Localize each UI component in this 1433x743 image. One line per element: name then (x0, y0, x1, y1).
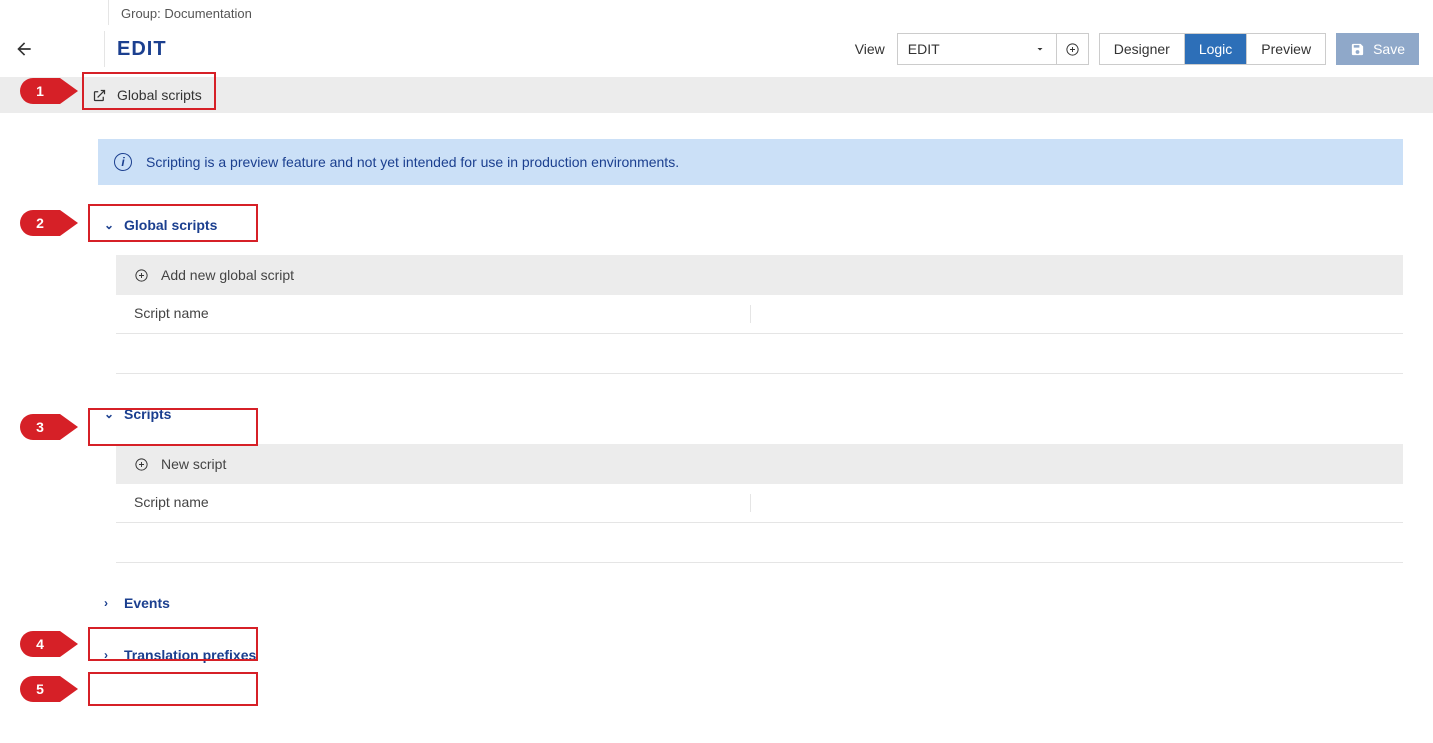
header: EDIT View EDIT Designer Logic Preview Sa… (0, 25, 1433, 77)
view-label: View (855, 41, 885, 57)
section-title: Scripts (124, 406, 171, 422)
page-title: EDIT (117, 38, 167, 61)
section-events: › Events (98, 591, 1403, 615)
tab-logic[interactable]: Logic (1185, 34, 1247, 64)
chevron-down-icon (1034, 43, 1046, 55)
view-select[interactable]: EDIT (897, 33, 1057, 65)
column-empty (750, 494, 1385, 512)
section-scripts: ⌄ Scripts New script Script name (98, 402, 1403, 563)
divider (104, 31, 105, 67)
table-empty-row (116, 334, 1403, 374)
external-link-icon (92, 88, 107, 103)
global-scripts-label: Global scripts (117, 87, 202, 103)
section-header-translation[interactable]: › Translation prefixes (98, 643, 1403, 667)
tab-preview[interactable]: Preview (1247, 34, 1325, 64)
table-header: Script name (116, 295, 1403, 334)
callout-5: 5 (20, 676, 78, 702)
global-scripts-bar: Global scripts (0, 77, 1433, 113)
section-header-global-scripts[interactable]: ⌄ Global scripts (98, 213, 1403, 237)
column-script-name: Script name (134, 494, 750, 512)
section-header-scripts[interactable]: ⌄ Scripts (98, 402, 1403, 426)
save-label: Save (1373, 41, 1405, 57)
save-button[interactable]: Save (1336, 33, 1419, 65)
add-label: Add new global script (161, 267, 294, 283)
callout-4: 4 (20, 631, 78, 657)
section-translation: › Translation prefixes (98, 643, 1403, 667)
tab-designer[interactable]: Designer (1100, 34, 1185, 64)
add-view-button[interactable] (1057, 33, 1089, 65)
column-script-name: Script name (134, 305, 750, 323)
info-banner: i Scripting is a preview feature and not… (98, 139, 1403, 185)
chevron-down-icon: ⌄ (104, 218, 116, 232)
chevron-right-icon: › (104, 596, 116, 610)
plus-circle-icon (134, 457, 149, 472)
back-button[interactable] (14, 39, 104, 59)
callout-3: 3 (20, 414, 78, 440)
section-header-events[interactable]: › Events (98, 591, 1403, 615)
breadcrumb: Group: Documentation (108, 0, 1433, 25)
section-title: Translation prefixes (124, 647, 256, 663)
section-global-scripts: ⌄ Global scripts Add new global script S… (98, 213, 1403, 374)
info-icon: i (114, 153, 132, 171)
info-text: Scripting is a preview feature and not y… (146, 154, 679, 170)
table-empty-row (116, 523, 1403, 563)
plus-circle-icon (134, 268, 149, 283)
table-header: Script name (116, 484, 1403, 523)
add-label: New script (161, 456, 226, 472)
view-selected-value: EDIT (908, 41, 940, 57)
global-scripts-link[interactable]: Global scripts (92, 87, 202, 103)
chevron-right-icon: › (104, 648, 116, 662)
callout-2: 2 (20, 210, 78, 236)
save-icon (1350, 42, 1365, 57)
section-title: Events (124, 595, 170, 611)
chevron-down-icon: ⌄ (104, 407, 116, 421)
section-title: Global scripts (124, 217, 217, 233)
add-script-button[interactable]: New script (116, 444, 1403, 484)
highlight-box-5 (88, 672, 258, 706)
add-global-script-button[interactable]: Add new global script (116, 255, 1403, 295)
mode-tabs: Designer Logic Preview (1099, 33, 1326, 65)
column-empty (750, 305, 1385, 323)
